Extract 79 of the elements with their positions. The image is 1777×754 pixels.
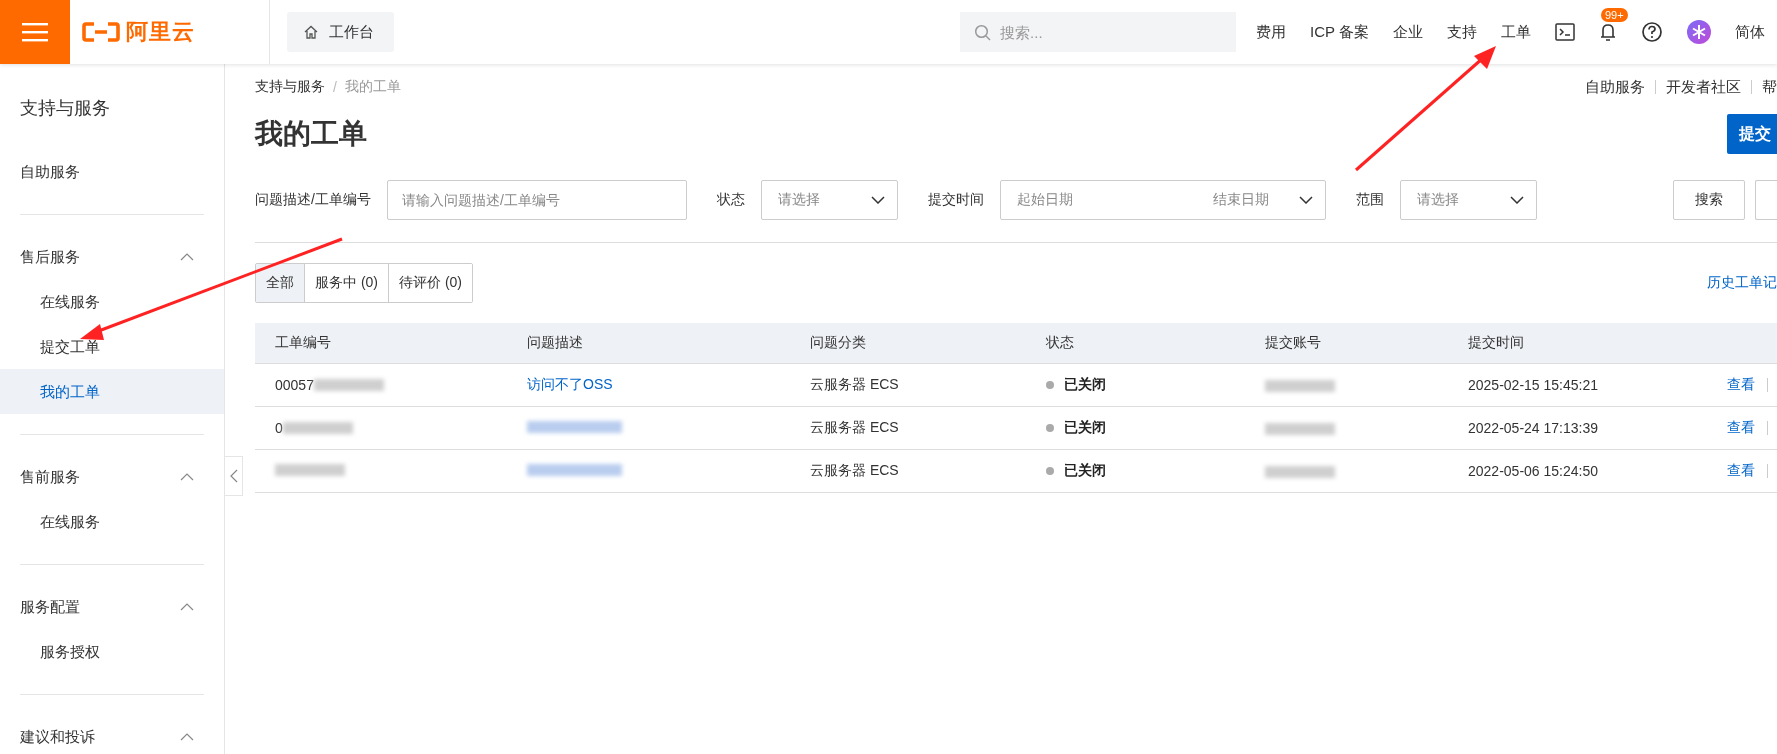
caret-icon [1298, 196, 1313, 204]
filter-label: 状态 [716, 191, 745, 209]
help-icon[interactable] [1641, 21, 1663, 43]
logo-text: 阿里云 [126, 18, 195, 46]
sidebar-group-label[interactable]: 服务配置 [20, 597, 80, 617]
search-button[interactable]: 搜索 [1673, 180, 1745, 220]
view-link[interactable]: 查看 [1727, 376, 1755, 392]
table-cell: 00057 [275, 377, 314, 393]
header-link[interactable]: 开发者社区 [1666, 77, 1741, 97]
sidebar-item[interactable]: 在线服务 [0, 499, 224, 544]
sidebar-item[interactable]: 自助服务 [0, 150, 224, 194]
table-cell: 2025-02-15 15:45:21 [1468, 377, 1598, 393]
page-title: 我的工单 [255, 117, 367, 151]
column-header: 提交时间 [1448, 323, 1707, 364]
status-text: 已关闭 [1064, 419, 1106, 437]
caret-icon [1509, 196, 1524, 204]
nav-link[interactable]: ICP 备案 [1310, 22, 1369, 42]
menu-icon [22, 22, 48, 42]
filter-label: 问题描述/工单编号 [255, 191, 371, 209]
nav-link[interactable]: 工单 [1501, 22, 1531, 42]
date-range-field[interactable]: 起始日期 结束日期 [999, 180, 1326, 220]
sidebar-title: 支持与服务 [19, 97, 111, 120]
chevron-icon[interactable] [180, 473, 194, 481]
column-header: 工单编号 [255, 323, 507, 364]
table-cell: 0 [275, 420, 283, 436]
sidebar-group-label[interactable]: 售后服务 [20, 247, 80, 267]
history-link[interactable]: 历史工单记 [1707, 274, 1777, 292]
table-cell: 云服务器 ECS [810, 376, 899, 392]
select-field[interactable]: 请选择 [760, 180, 898, 220]
table-cell: 云服务器 ECS [810, 462, 899, 478]
table-cell: 2022-05-24 17:13:39 [1468, 420, 1598, 436]
header-link[interactable]: 自助服务 [1585, 77, 1645, 97]
table-cell: 2022-05-06 15:24:50 [1468, 463, 1598, 479]
filter-tab[interactable]: 待评价 (0) [388, 264, 472, 302]
nav-link[interactable]: 支持 [1447, 22, 1477, 42]
table-cell: 云服务器 ECS [810, 419, 899, 435]
breadcrumb-link[interactable]: 支持与服务 [255, 78, 325, 96]
language-link[interactable]: 简体 [1735, 22, 1765, 42]
bell-icon[interactable] [1599, 22, 1617, 42]
status-text: 已关闭 [1064, 462, 1106, 480]
menu-button[interactable] [0, 0, 70, 64]
chevron-icon[interactable] [180, 733, 194, 741]
filter-label: 范围 [1355, 191, 1384, 209]
select-field[interactable]: 请选择 [1399, 180, 1537, 220]
ticket-link[interactable]: 访问不了OSS [527, 376, 613, 394]
search-field[interactable]: 搜索... [960, 12, 1237, 52]
column-header: 状态 [1026, 323, 1245, 364]
chevron-icon[interactable] [180, 603, 194, 611]
column-header: 提交账号 [1245, 323, 1448, 364]
filter-label: 提交时间 [927, 191, 984, 209]
submit-button[interactable]: 提交 [1727, 114, 1777, 154]
sidebar-item[interactable]: 在线服务 [0, 279, 224, 324]
home-icon [303, 24, 319, 40]
collapse-handle[interactable] [225, 456, 243, 496]
sidebar-item[interactable]: 提交工单 [0, 324, 224, 369]
nav-link[interactable]: 企业 [1393, 22, 1423, 42]
view-link[interactable]: 查看 [1727, 462, 1755, 478]
chevron-left-icon [229, 469, 238, 483]
sidebar-group-label[interactable]: 售前服务 [20, 467, 80, 487]
notification-badge: 99+ [1601, 8, 1628, 22]
chevron-icon[interactable] [180, 253, 194, 261]
sidebar-group-label[interactable]: 建议和投诉 [20, 727, 95, 747]
sidebar-item[interactable]: 服务授权 [0, 629, 224, 674]
status-text: 已关闭 [1064, 376, 1106, 394]
workbench-button[interactable]: 工作台 [287, 12, 394, 52]
caret-icon [870, 196, 885, 204]
sidebar-item[interactable]: 我的工单 [0, 369, 224, 414]
terminal-icon[interactable] [1555, 23, 1575, 41]
view-link[interactable]: 查看 [1727, 419, 1755, 435]
logo-icon [82, 22, 120, 42]
search-icon [974, 24, 992, 41]
nav-link[interactable]: 费用 [1256, 22, 1287, 42]
input-field[interactable]: 请输入问题描述/工单编号 [386, 180, 687, 220]
column-header: 问题描述 [507, 323, 790, 364]
breadcrumb-separator: / [333, 79, 337, 95]
header-link[interactable]: 帮 [1762, 77, 1777, 97]
column-header: 问题分类 [790, 323, 1026, 364]
filter-tab[interactable]: 全部 [256, 264, 304, 302]
avatar-icon[interactable] [1687, 20, 1711, 44]
